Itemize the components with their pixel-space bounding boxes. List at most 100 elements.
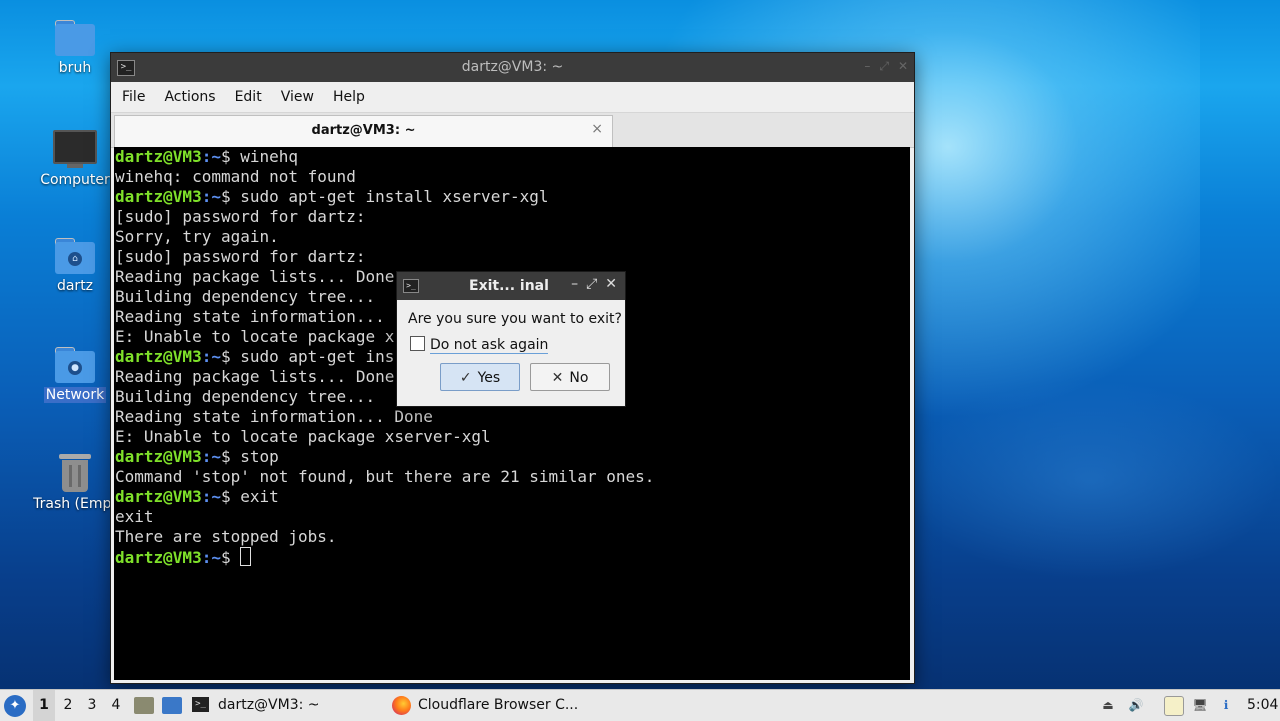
- terminal-output[interactable]: dartz@VM3:~$ winehq winehq: command not f…: [114, 147, 910, 680]
- text-cursor: [240, 547, 252, 566]
- exit-dialog: >_ Exit... inal – ⤢ ✕ Are you sure you wan…: [396, 271, 626, 407]
- show-desktop-icon[interactable]: [162, 697, 182, 714]
- output-text: exit: [115, 507, 154, 526]
- desktop-icon-label: dartz: [56, 278, 94, 294]
- output-text: [sudo] password for dartz:: [115, 247, 366, 266]
- tab-close-icon[interactable]: ×: [591, 121, 603, 137]
- do-not-ask-checkbox[interactable]: [410, 336, 425, 351]
- terminal-command-line: dartz@VM3:~$ sudo apt-get install xserve…: [114, 187, 910, 207]
- prompt-user: dartz@VM3: [115, 187, 202, 206]
- menu-help[interactable]: Help: [322, 82, 373, 105]
- prompt-sign: $: [220, 447, 241, 466]
- prompt-sign: $: [220, 487, 241, 506]
- terminal-output-line: Command 'stop' not found, but there are …: [114, 467, 910, 487]
- terminal-command-line: dartz@VM3:~$ winehq: [114, 147, 910, 167]
- clipboard-icon[interactable]: [1164, 696, 1184, 716]
- terminal-command-line: dartz@VM3:~$: [114, 547, 910, 567]
- prompt-user: dartz@VM3: [115, 147, 202, 166]
- prompt-sign: $: [220, 548, 241, 567]
- prompt-sign: $: [220, 187, 241, 206]
- terminal-output-line: E: Unable to locate package xserver-xgl: [114, 427, 910, 447]
- no-label: No: [569, 370, 589, 386]
- no-button[interactable]: ✕ No: [530, 363, 610, 391]
- prompt-path: :~: [201, 548, 221, 567]
- prompt-user: dartz@VM3: [115, 347, 202, 366]
- desktop-icon-trash[interactable]: Trash (Empt: [27, 454, 123, 512]
- command-text: sudo apt-get ins: [240, 347, 395, 366]
- dialog-title: Exit... inal: [469, 278, 549, 294]
- task-label: Cloudflare Browser C...: [418, 697, 579, 713]
- dialog-question: Are you sure you want to exit?: [408, 311, 622, 327]
- home-folder-icon: ⌂: [55, 238, 95, 274]
- desktop-icon-label: bruh: [58, 60, 92, 76]
- workspace-2[interactable]: 2: [57, 690, 79, 721]
- tab-terminal[interactable]: dartz@VM3: ~ ×: [114, 115, 613, 147]
- menu-actions[interactable]: Actions: [153, 82, 223, 105]
- prompt-path: :~: [201, 447, 221, 466]
- volume-icon[interactable]: 🔊: [1127, 696, 1145, 714]
- menu-bar: File Actions Edit View Help: [111, 82, 914, 113]
- output-text: E: Unable to locate package x: [115, 327, 395, 346]
- workspace-1[interactable]: 1: [33, 690, 55, 721]
- network-status-icon[interactable]: 🖥: [1191, 696, 1209, 714]
- terminal-output-line: [sudo] password for dartz:: [114, 247, 910, 267]
- tab-bar: dartz@VM3: ~ ×: [111, 113, 914, 148]
- check-icon: ✓: [459, 370, 472, 386]
- minimize-icon[interactable]: –: [864, 59, 870, 73]
- notification-icon[interactable]: ℹ: [1217, 696, 1235, 714]
- prompt-sign: $: [220, 147, 241, 166]
- desktop-icon-bruh[interactable]: bruh: [27, 20, 123, 76]
- trash-icon: [59, 454, 91, 492]
- output-text: Reading state information...: [115, 307, 385, 326]
- terminal-output-line: Reading state information... Done: [114, 407, 910, 427]
- checkbox-label[interactable]: Do not ask again: [430, 337, 549, 354]
- desktop-icon-computer[interactable]: Computer: [27, 130, 123, 188]
- menu-edit[interactable]: Edit: [224, 82, 270, 105]
- output-text: Building dependency tree...: [115, 387, 376, 406]
- prompt-path: :~: [201, 487, 221, 506]
- task-terminal[interactable]: >_ dartz@VM3: ~: [192, 690, 320, 721]
- file-manager-icon[interactable]: [134, 697, 154, 714]
- workspace-3[interactable]: 3: [81, 690, 103, 721]
- desktop-icon-label: Trash (Empt: [33, 496, 117, 512]
- taskbar: ✦ 1 2 3 4 >_ dartz@VM3: ~ Cloudflare Brow…: [0, 689, 1280, 721]
- close-icon[interactable]: ✕: [605, 276, 617, 292]
- desktop-icon-dartz[interactable]: ⌂ dartz: [27, 238, 123, 294]
- folder-icon: [55, 20, 95, 56]
- firefox-icon: [392, 696, 411, 715]
- desktop-icon-network[interactable]: ● Network: [27, 347, 123, 403]
- clock[interactable]: 5:04: [1247, 690, 1278, 721]
- terminal-icon: >_: [403, 279, 419, 293]
- output-text: E: Unable to locate package xserver-xgl: [115, 427, 491, 446]
- desktop-icon-label: Network: [43, 387, 107, 403]
- prompt-path: :~: [201, 347, 221, 366]
- menu-view[interactable]: View: [270, 82, 322, 105]
- maximize-icon[interactable]: ⤢: [879, 59, 889, 73]
- start-menu-icon[interactable]: ✦: [4, 695, 26, 717]
- prompt-path: :~: [201, 187, 221, 206]
- prompt-user: dartz@VM3: [115, 548, 202, 567]
- yes-label: Yes: [477, 370, 501, 386]
- terminal-output-line: There are stopped jobs.: [114, 527, 910, 547]
- output-text: Sorry, try again.: [115, 227, 279, 246]
- task-label: dartz@VM3: ~: [218, 697, 320, 713]
- window-title: dartz@VM3: ~: [461, 59, 564, 75]
- eject-icon[interactable]: ⏏: [1099, 696, 1117, 714]
- command-text: exit: [240, 487, 279, 506]
- output-text: winehq: command not found: [115, 167, 356, 186]
- dialog-titlebar[interactable]: >_ Exit... inal – ⤢ ✕: [397, 272, 625, 300]
- output-text: There are stopped jobs.: [115, 527, 337, 546]
- minimize-icon[interactable]: –: [571, 276, 578, 292]
- task-browser[interactable]: Cloudflare Browser C...: [392, 690, 578, 721]
- do-not-ask-checkbox-row[interactable]: Do not ask again: [410, 336, 549, 354]
- output-text: [sudo] password for dartz:: [115, 207, 366, 226]
- workspace-4[interactable]: 4: [105, 690, 127, 721]
- window-titlebar[interactable]: >_ dartz@VM3: ~ – ⤢ ✕: [111, 53, 914, 82]
- maximize-icon[interactable]: ⤢: [586, 276, 597, 292]
- network-folder-icon: ●: [55, 347, 95, 383]
- wallpaper-highlight-lower: [900, 380, 1280, 580]
- yes-button[interactable]: ✓ Yes: [440, 363, 520, 391]
- terminal-command-line: dartz@VM3:~$ stop: [114, 447, 910, 467]
- menu-file[interactable]: File: [111, 82, 153, 105]
- close-icon[interactable]: ✕: [898, 59, 908, 73]
